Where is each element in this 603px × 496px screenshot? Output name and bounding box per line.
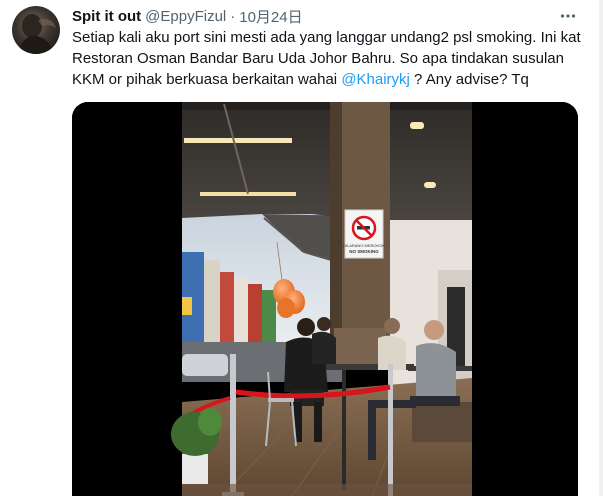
tweet-header: Spit it out @EppyFizul · 10月24日	[72, 6, 303, 26]
sign-text-malay: DILARANG MEROKOK	[343, 243, 385, 248]
photo-scene: DILARANG MEROKOK NO SMOKING	[171, 102, 472, 496]
scrollbar[interactable]	[599, 0, 603, 496]
display-name[interactable]: Spit it out	[72, 8, 141, 25]
tweet-text-tail: ? Any advise? Tq	[409, 71, 529, 88]
more-button[interactable]	[556, 6, 580, 26]
mention-link[interactable]: @Khairykj	[341, 71, 410, 88]
no-smoking-sign: DILARANG MEROKOK NO SMOKING	[343, 209, 385, 259]
no-smoking-icon	[351, 215, 377, 241]
sign-text-english: NO SMOKING	[349, 249, 379, 254]
separator-dot: ·	[230, 7, 236, 25]
user-handle[interactable]: @EppyFizul	[145, 8, 226, 25]
tweet-photo[interactable]: DILARANG MEROKOK NO SMOKING	[72, 102, 578, 496]
tweet-timestamp[interactable]: 10月24日	[239, 6, 302, 27]
tweet-text: Setiap kali aku port sini mesti ada yang…	[72, 27, 592, 90]
more-horizontal-icon	[560, 14, 576, 18]
avatar[interactable]	[12, 6, 60, 54]
tweet[interactable]: Spit it out @EppyFizul · 10月24日 Setiap k…	[0, 0, 603, 496]
